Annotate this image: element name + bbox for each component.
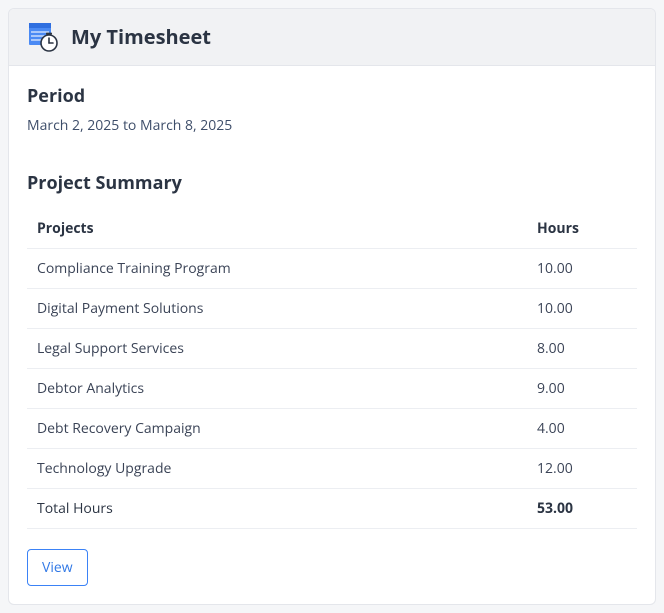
table-row: Digital Payment Solutions 10.00: [27, 289, 637, 329]
timesheet-card: My Timesheet Period March 2, 2025 to Mar…: [8, 8, 656, 605]
project-cell: Digital Payment Solutions: [27, 289, 527, 329]
hours-cell: 12.00: [527, 449, 637, 489]
hours-cell: 9.00: [527, 369, 637, 409]
project-cell: Compliance Training Program: [27, 249, 527, 289]
project-cell: Debt Recovery Campaign: [27, 409, 527, 449]
hours-cell: 4.00: [527, 409, 637, 449]
table-row: Debtor Analytics 9.00: [27, 369, 637, 409]
project-summary-table: Projects Hours Compliance Training Progr…: [27, 209, 637, 529]
card-header: My Timesheet: [9, 9, 655, 66]
period-label: Period: [27, 84, 637, 108]
hours-cell: 8.00: [527, 329, 637, 369]
table-row: Legal Support Services 8.00: [27, 329, 637, 369]
card-title: My Timesheet: [71, 25, 211, 49]
period-range: March 2, 2025 to March 8, 2025: [27, 116, 637, 135]
project-cell: Legal Support Services: [27, 329, 527, 369]
view-button[interactable]: View: [27, 549, 88, 586]
table-row: Compliance Training Program 10.00: [27, 249, 637, 289]
total-row: Total Hours 53.00: [27, 489, 637, 529]
actions-row: View: [27, 549, 637, 586]
hours-cell: 10.00: [527, 289, 637, 329]
total-hours: 53.00: [527, 489, 637, 529]
total-label: Total Hours: [27, 489, 527, 529]
card-body: Period March 2, 2025 to March 8, 2025 Pr…: [9, 66, 655, 604]
col-projects: Projects: [27, 209, 527, 249]
table-row: Technology Upgrade 12.00: [27, 449, 637, 489]
col-hours: Hours: [527, 209, 637, 249]
project-cell: Debtor Analytics: [27, 369, 527, 409]
timesheet-clock-icon: [27, 21, 59, 53]
project-cell: Technology Upgrade: [27, 449, 527, 489]
table-row: Debt Recovery Campaign 4.00: [27, 409, 637, 449]
summary-title: Project Summary: [27, 171, 637, 195]
hours-cell: 10.00: [527, 249, 637, 289]
